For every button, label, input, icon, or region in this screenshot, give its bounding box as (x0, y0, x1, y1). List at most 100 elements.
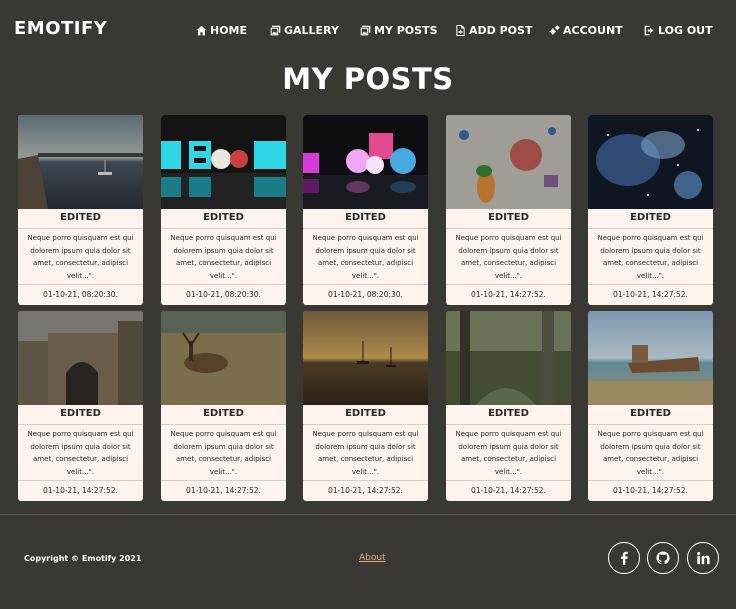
post-excerpt: Neque porro quisquam est qui dolorem ips… (170, 234, 277, 280)
nav-add-post-label: ADD POST (469, 23, 533, 37)
divider (161, 284, 286, 285)
post-excerpt: Neque porro quisquam est qui dolorem ips… (312, 234, 419, 280)
post-excerpt: Neque porro quisquam est qui dolorem ips… (27, 234, 134, 280)
my-posts-icon (360, 25, 371, 35)
post-excerpt: Neque porro quisquam est qui dolorem ips… (27, 430, 134, 476)
post-title: EDITED (203, 408, 244, 419)
nav-my-posts-label: MY POSTS (374, 23, 438, 37)
divider (588, 284, 713, 285)
gallery-icon (270, 25, 281, 35)
linkedin-icon (697, 551, 710, 565)
post-card[interactable]: EDITED Neque porro quisquam est qui dolo… (588, 115, 713, 305)
facebook-button[interactable] (608, 542, 640, 574)
facebook-icon (620, 551, 628, 565)
post-excerpt: Neque porro quisquam est qui dolorem ips… (170, 430, 277, 476)
copyright-text: Copyright © Emotify 2021 (24, 554, 142, 563)
post-card[interactable]: EDITED Neque porro quisquam est qui dolo… (161, 311, 286, 501)
divider (588, 424, 713, 425)
post-excerpt: Neque porro quisquam est qui dolorem ips… (312, 430, 419, 476)
post-date: 01-10-21, 14:27:52. (613, 290, 688, 299)
post-title: EDITED (203, 212, 244, 223)
divider (446, 480, 571, 481)
nav-home[interactable]: HOME (196, 22, 247, 38)
footer-divider (0, 514, 736, 515)
post-title: EDITED (630, 212, 671, 223)
page-title: MY POSTS (282, 62, 454, 96)
forest-stream-photo (446, 311, 571, 405)
divider (303, 228, 428, 229)
divider (161, 480, 286, 481)
divider (161, 228, 286, 229)
nav-home-label: HOME (210, 23, 248, 37)
divider (18, 228, 143, 229)
post-card[interactable]: EDITED Neque porro quisquam est qui dolo… (588, 311, 713, 501)
logout-icon (644, 25, 654, 35)
post-card[interactable]: EDITED Neque porro quisquam est qui dolo… (18, 311, 143, 501)
divider (588, 228, 713, 229)
add-post-icon (456, 24, 465, 36)
post-title: EDITED (488, 408, 529, 419)
nav-gallery[interactable]: GALLERY (270, 22, 339, 38)
home-icon (196, 25, 207, 35)
nav-account-label: ACCOUNT (563, 23, 623, 37)
post-date: 01-10-21, 08:20:30. (43, 290, 118, 299)
divider (303, 480, 428, 481)
space-art-photo (588, 115, 713, 209)
glowing-shapes-photo (303, 115, 428, 209)
divider (588, 480, 713, 481)
nav-add-post[interactable]: ADD POST (455, 22, 532, 38)
neon-text-photo (161, 115, 286, 209)
post-date: 01-10-21, 08:20:30. (328, 290, 403, 299)
divider (161, 424, 286, 425)
about-link[interactable]: About (359, 553, 386, 563)
nav-logout-label: LOG OUT (658, 23, 713, 37)
post-card[interactable]: EDITED Neque porro quisquam est qui dolo… (303, 311, 428, 501)
divider (446, 424, 571, 425)
gears-icon (549, 24, 560, 35)
post-title: EDITED (345, 408, 386, 419)
nav-my-posts[interactable]: MY POSTS (360, 22, 438, 38)
nav-logout[interactable]: LOG OUT (644, 22, 713, 38)
divider (18, 284, 143, 285)
post-card[interactable]: EDITED Neque porro quisquam est qui dolo… (446, 311, 571, 501)
post-title: EDITED (60, 212, 101, 223)
post-card[interactable]: EDITED Neque porro quisquam est qui dolo… (446, 115, 571, 305)
post-excerpt: Neque porro quisquam est qui dolorem ips… (455, 430, 562, 476)
post-title: EDITED (60, 408, 101, 419)
divider (303, 424, 428, 425)
sunset-boats-photo (303, 311, 428, 405)
divider (18, 480, 143, 481)
post-excerpt: Neque porro quisquam est qui dolorem ips… (597, 430, 704, 476)
post-excerpt: Neque porro quisquam est qui dolorem ips… (597, 234, 704, 280)
post-date: 01-10-21, 14:27:52. (613, 486, 688, 495)
child-painting-photo (446, 115, 571, 209)
shipwreck-shore-photo (588, 311, 713, 405)
post-card[interactable]: EDITED Neque porro quisquam est qui dolo… (161, 115, 286, 305)
divider (303, 284, 428, 285)
post-date: 01-10-21, 14:27:52. (328, 486, 403, 495)
nav-account[interactable]: ACCOUNT (549, 22, 623, 38)
stone-arch-photo (18, 311, 143, 405)
github-button[interactable] (647, 542, 679, 574)
post-date: 01-10-21, 14:27:52. (43, 486, 118, 495)
post-date: 01-10-21, 08:20:30. (186, 290, 261, 299)
post-title: EDITED (630, 408, 671, 419)
post-title: EDITED (488, 212, 529, 223)
linkedin-button[interactable] (687, 542, 719, 574)
navbar: EMOTIFY HOME GALLERY MY POSTS ADD POST A… (0, 0, 736, 58)
divider (446, 228, 571, 229)
harbor-pier-photo (18, 115, 143, 209)
post-excerpt: Neque porro quisquam est qui dolorem ips… (455, 234, 562, 280)
divider (446, 284, 571, 285)
divider (18, 424, 143, 425)
post-card[interactable]: EDITED Neque porro quisquam est qui dolo… (18, 115, 143, 305)
post-title: EDITED (345, 212, 386, 223)
brand-logo[interactable]: EMOTIFY (14, 18, 107, 39)
github-icon (656, 551, 670, 565)
deer-field-photo (161, 311, 286, 405)
post-date: 01-10-21, 14:27:52. (186, 486, 261, 495)
post-date: 01-10-21, 14:27:52. (471, 486, 546, 495)
nav-gallery-label: GALLERY (284, 23, 339, 37)
post-date: 01-10-21, 14:27:52. (471, 290, 546, 299)
post-card[interactable]: EDITED Neque porro quisquam est qui dolo… (303, 115, 428, 305)
